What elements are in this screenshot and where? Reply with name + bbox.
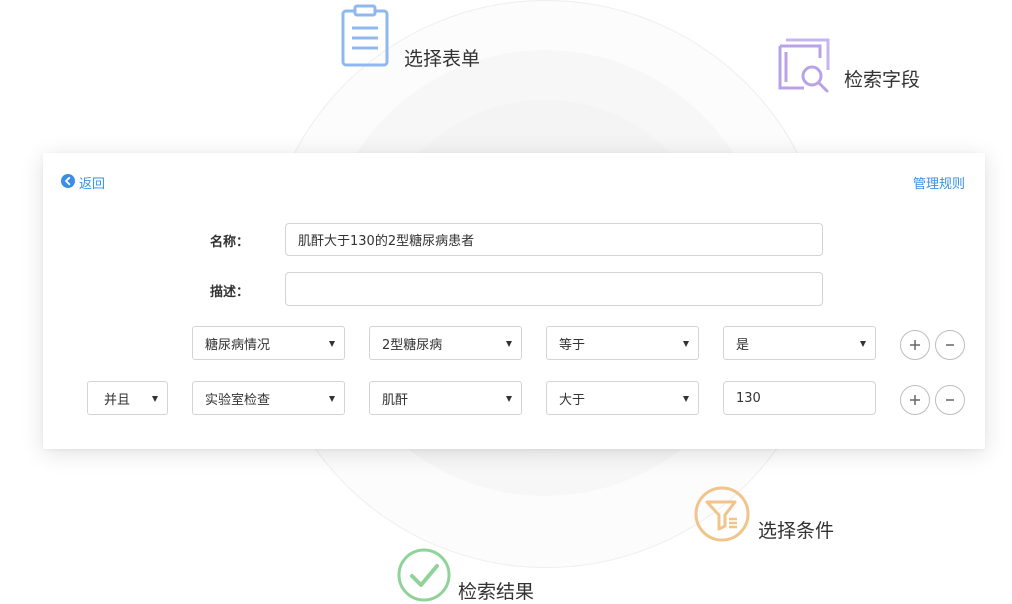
caret-down-icon	[329, 341, 335, 347]
description-input[interactable]	[285, 272, 823, 306]
feature-search-field: 检索字段	[774, 36, 920, 94]
rule-value-value: 是	[736, 337, 750, 353]
arrow-left-circle-icon	[61, 173, 75, 192]
feature-select-condition: 选择条件	[694, 484, 834, 543]
document-search-icon	[774, 36, 832, 94]
caret-down-icon	[152, 396, 158, 402]
feature-search-field-label: 检索字段	[844, 68, 921, 91]
rule-category-select[interactable]: 糖尿病情况	[192, 326, 345, 360]
remove-rule-button[interactable]	[935, 330, 965, 360]
plus-icon	[909, 336, 921, 355]
manage-rules-link[interactable]: 管理规则	[913, 173, 965, 192]
description-label: 描述：	[210, 285, 250, 300]
caret-down-icon	[329, 396, 335, 402]
feature-search-result-label: 检索结果	[458, 581, 535, 603]
caret-down-icon	[860, 341, 866, 347]
rule-category-value: 实验室检查	[205, 392, 271, 408]
minus-icon	[944, 391, 956, 410]
remove-rule-button[interactable]	[935, 385, 965, 415]
rule-value-select[interactable]: 是	[723, 326, 876, 360]
feature-select-form: 选择表单	[338, 0, 480, 71]
feature-select-form-label: 选择表单	[404, 48, 481, 70]
clipboard-list-icon	[338, 4, 392, 68]
name-label: 名称：	[210, 235, 250, 250]
check-circle-icon	[396, 547, 452, 603]
add-rule-button[interactable]	[900, 330, 930, 360]
plus-icon	[909, 391, 921, 410]
filter-icon	[694, 486, 750, 542]
minus-icon	[944, 336, 956, 355]
rule-connector-select[interactable]: 并且	[87, 381, 168, 415]
rule-operator-value: 等于	[559, 337, 586, 353]
name-input[interactable]	[285, 223, 823, 256]
rule-connector-value: 并且	[104, 392, 131, 408]
rule-item-select[interactable]: 2型糖尿病	[369, 326, 522, 360]
caret-down-icon	[506, 396, 512, 402]
rule-value-input[interactable]	[723, 381, 876, 415]
rule-editor-card: 返回 管理规则 名称： 描述： 糖尿病情况 2型糖尿病 等于 是	[43, 153, 985, 449]
rule-operator-value: 大于	[559, 392, 586, 408]
rule-operator-select[interactable]: 大于	[546, 381, 699, 415]
rule-item-value: 肌酐	[382, 392, 409, 408]
caret-down-icon	[506, 341, 512, 347]
rule-category-value: 糖尿病情况	[205, 337, 271, 353]
add-rule-button[interactable]	[900, 385, 930, 415]
rule-item-value: 2型糖尿病	[382, 337, 443, 353]
caret-down-icon	[683, 396, 689, 402]
rule-category-select[interactable]: 实验室检查	[192, 381, 345, 415]
feature-select-condition-label: 选择条件	[758, 520, 835, 542]
back-link-label: 返回	[79, 177, 106, 192]
rule-item-select[interactable]: 肌酐	[369, 381, 522, 415]
back-link[interactable]: 返回	[61, 173, 105, 192]
rule-operator-select[interactable]: 等于	[546, 326, 699, 360]
caret-down-icon	[683, 341, 689, 347]
feature-search-result: 检索结果	[396, 545, 534, 604]
